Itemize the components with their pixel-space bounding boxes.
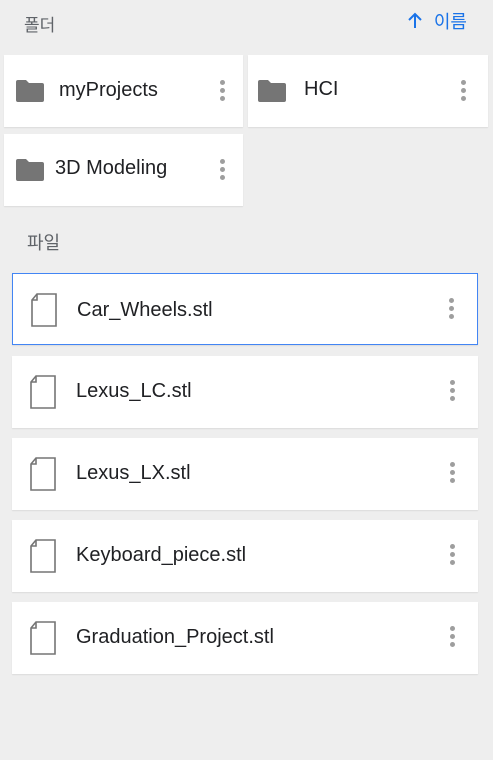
file-name: Lexus_LC.stl <box>76 380 192 402</box>
folder-card-myprojects[interactable]: myProjects <box>4 55 243 127</box>
file-row-lexus-lx[interactable]: Lexus_LX.stl <box>12 438 478 510</box>
folder-name: myProjects <box>59 79 158 101</box>
files-section-label: 파일 <box>27 233 61 253</box>
folder-icon <box>16 80 44 102</box>
folder-name: 3D Modeling <box>55 157 168 179</box>
file-name: Keyboard_piece.stl <box>76 544 247 566</box>
folders-section-label: 폴더 <box>24 16 56 35</box>
folder-more-options-icon[interactable] <box>217 159 227 183</box>
file-more-options-icon[interactable] <box>447 462 457 486</box>
file-more-options-icon[interactable] <box>447 544 457 568</box>
file-more-options-icon[interactable] <box>446 298 456 322</box>
folder-icon <box>258 80 286 102</box>
file-row-car-wheels[interactable]: Car_Wheels.stl <box>12 273 478 345</box>
file-name: Lexus_LX.stl <box>76 462 191 484</box>
file-icon <box>30 539 56 573</box>
file-row-lexus-lc[interactable]: Lexus_LC.stl <box>12 356 478 428</box>
file-icon <box>30 621 56 655</box>
file-name: Graduation_Project.stl <box>76 626 274 648</box>
folder-card-hci[interactable]: HCI <box>248 55 488 127</box>
file-name: Car_Wheels.stl <box>77 299 213 321</box>
folder-more-options-icon[interactable] <box>217 80 227 104</box>
folder-more-options-icon[interactable] <box>458 80 468 104</box>
folder-name: HCI <box>304 78 339 100</box>
file-row-graduation-project[interactable]: Graduation_Project.stl <box>12 602 478 674</box>
file-icon <box>30 457 56 491</box>
file-icon <box>30 375 56 409</box>
sort-label: 이름 <box>433 12 467 32</box>
arrow-up-icon <box>406 12 424 30</box>
sort-by-name-button[interactable]: 이름 <box>406 8 467 34</box>
folders-header: 폴더 이름 <box>0 0 493 44</box>
file-more-options-icon[interactable] <box>447 626 457 650</box>
file-icon <box>31 293 57 327</box>
folder-icon <box>16 159 44 181</box>
folder-card-3d-modeling[interactable]: 3D Modeling <box>4 134 243 206</box>
file-row-keyboard-piece[interactable]: Keyboard_piece.stl <box>12 520 478 592</box>
file-more-options-icon[interactable] <box>447 380 457 404</box>
